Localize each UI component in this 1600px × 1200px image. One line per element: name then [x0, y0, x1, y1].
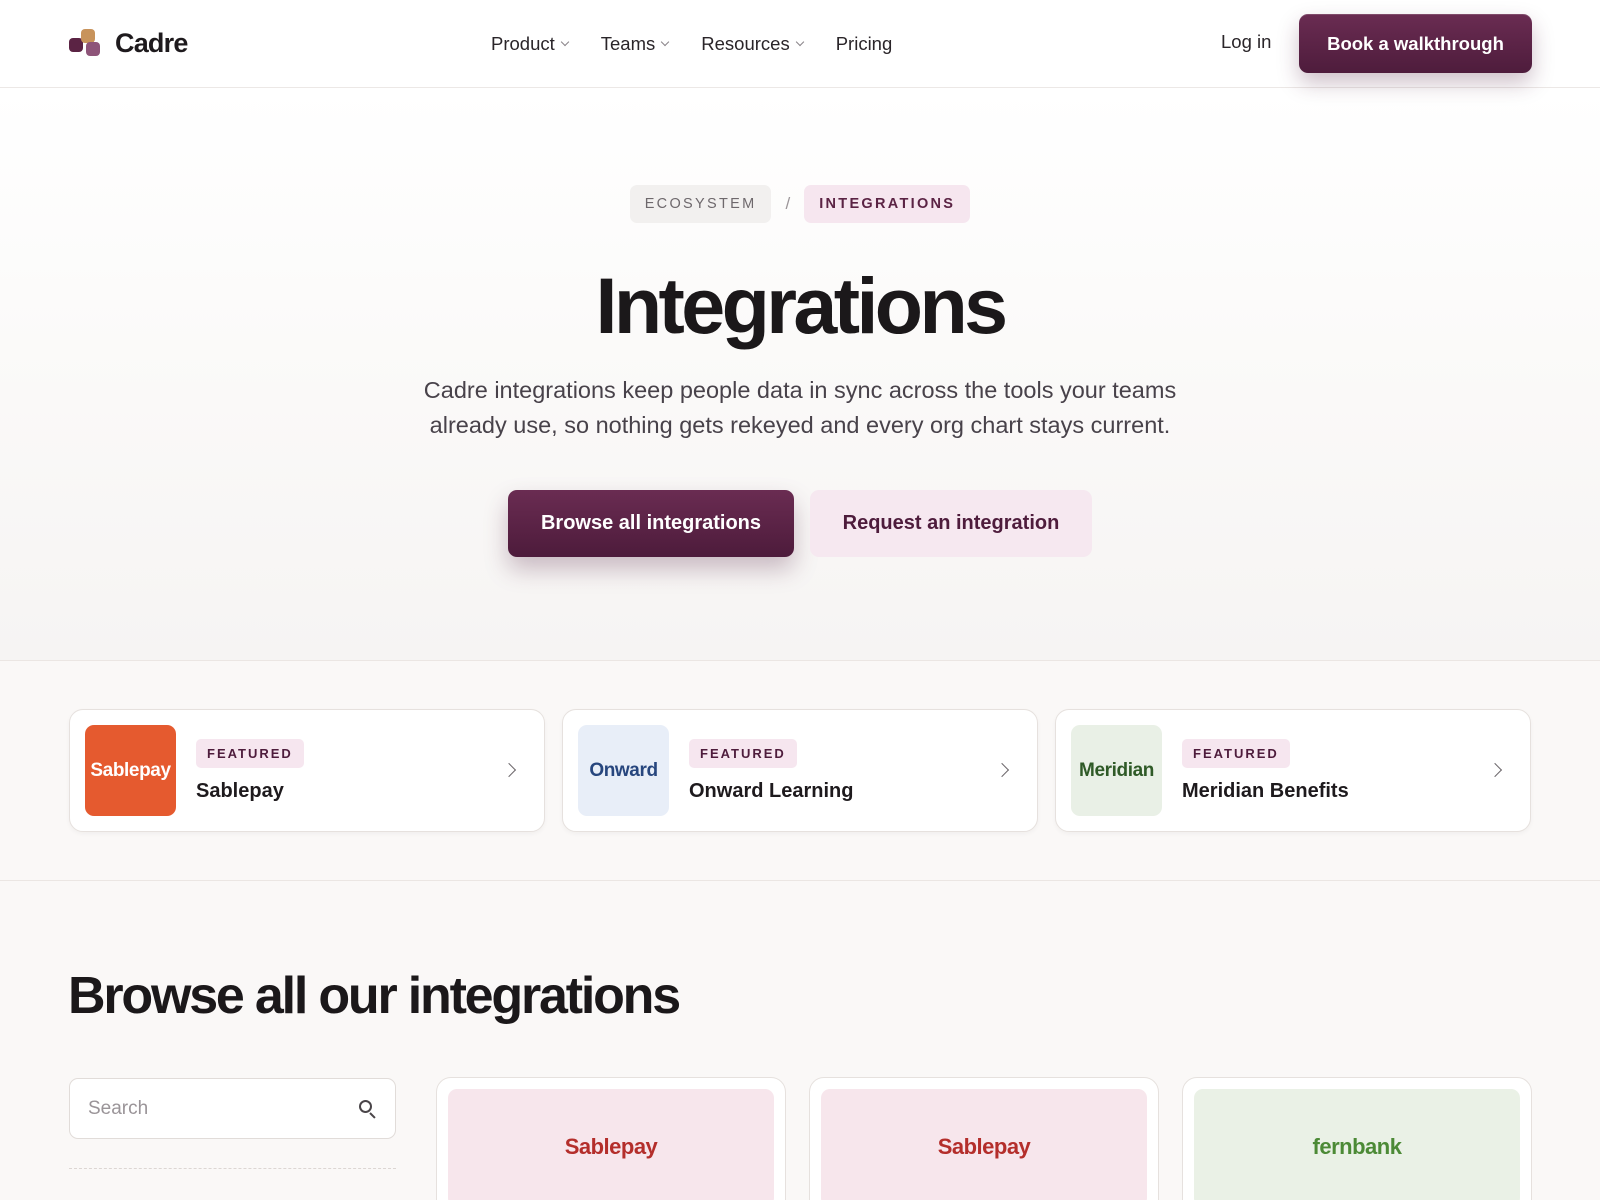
nav-product-label: Product: [491, 33, 555, 54]
featured-badge: FEATURED: [196, 739, 304, 768]
featured-card-onward[interactable]: Onward FEATURED Onward Learning: [562, 709, 1038, 832]
search-icon[interactable]: [359, 1099, 377, 1119]
featured-card-name: Meridian Benefits: [1182, 780, 1349, 802]
breadcrumb: ECOSYSTEM / INTEGRATIONS: [0, 185, 1600, 223]
nav-teams-label: Teams: [600, 33, 656, 54]
fernbank-logo: fernbank: [1194, 1089, 1520, 1200]
search-field[interactable]: [69, 1078, 396, 1139]
page-subtitle: Cadre integrations keep people data in s…: [423, 377, 1177, 438]
sablepay-logo: Sablepay: [448, 1089, 774, 1200]
nav-product[interactable]: Product: [491, 33, 570, 55]
sablepay-logo: Sablepay: [821, 1089, 1147, 1200]
hero-section: ECOSYSTEM / INTEGRATIONS Integrations Ca…: [0, 88, 1600, 661]
chevron-down-icon: [661, 37, 670, 47]
featured-badge: FEATURED: [689, 739, 797, 768]
chevron-right-icon: [501, 762, 517, 778]
nav-teams[interactable]: Teams: [600, 33, 670, 55]
chevron-right-icon: [1487, 762, 1503, 778]
breadcrumb-separator: /: [785, 194, 791, 213]
brand-logo-link[interactable]: Cadre: [69, 28, 188, 59]
breadcrumb-integrations: INTEGRATIONS: [804, 185, 971, 223]
featured-card-meridian[interactable]: Meridian FEATURED Meridian Benefits: [1055, 709, 1531, 832]
integration-card[interactable]: Sablepay: [436, 1077, 786, 1200]
meridian-logo: Meridian: [1071, 725, 1162, 816]
nav-resources[interactable]: Resources: [701, 33, 804, 55]
featured-card-name: Sablepay: [196, 780, 284, 802]
browse-section-title: Browse all our integrations: [68, 967, 681, 1025]
featured-card-sablepay[interactable]: Sablepay FEATURED Sablepay: [69, 709, 545, 832]
integration-card[interactable]: fernbank: [1182, 1077, 1532, 1200]
nav-pricing-label: Pricing: [835, 33, 893, 54]
site-header: Cadre Product Teams Resources Pricing Lo…: [0, 0, 1600, 88]
nav-pricing[interactable]: Pricing: [836, 33, 893, 55]
book-walkthrough-button[interactable]: Book a walkthrough: [1299, 14, 1532, 73]
browse-all-integrations-button[interactable]: Browse all integrations: [508, 490, 794, 557]
nav-resources-label: Resources: [701, 33, 790, 54]
integration-card[interactable]: Sablepay: [809, 1077, 1159, 1200]
search-input[interactable]: [88, 1097, 359, 1120]
filter-divider: [69, 1168, 396, 1169]
login-link[interactable]: Log in: [1221, 31, 1271, 53]
featured-integrations: Sablepay FEATURED Sablepay Onward FEATUR…: [0, 661, 1600, 881]
chevron-down-icon: [795, 37, 804, 47]
brand-name: Cadre: [115, 28, 188, 58]
main-nav: Product Teams Resources Pricing: [491, 0, 892, 88]
onward-logo: Onward: [578, 725, 669, 816]
chevron-down-icon: [560, 37, 570, 47]
chevron-right-icon: [994, 762, 1010, 778]
request-integration-button[interactable]: Request an integration: [810, 490, 1092, 557]
cadre-logo-icon: [69, 28, 101, 59]
featured-card-name: Onward Learning: [689, 780, 854, 802]
sablepay-logo: Sablepay: [85, 725, 176, 816]
breadcrumb-ecosystem[interactable]: ECOSYSTEM: [629, 185, 772, 223]
page-title: Integrations: [595, 261, 1008, 350]
featured-badge: FEATURED: [1182, 739, 1290, 768]
